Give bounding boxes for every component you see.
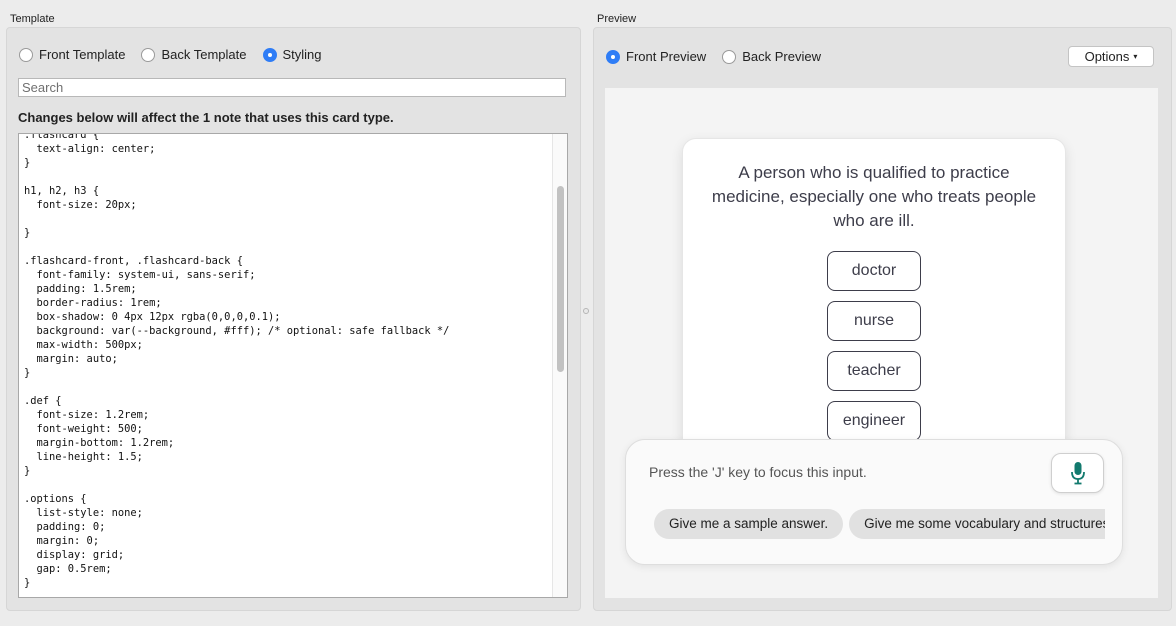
radio-indicator-selected — [262, 47, 277, 62]
caret-down-icon: ▾ — [1133, 52, 1138, 61]
splitter-handle[interactable] — [583, 308, 589, 314]
radio-indicator — [722, 49, 737, 64]
options-button[interactable]: Options ▾ — [1068, 46, 1154, 67]
answer-option-teacher[interactable]: teacher — [827, 351, 921, 391]
affected-notes-notice: Changes below will affect the 1 note tha… — [18, 110, 394, 125]
card-preview-area: A person who is qualified to practice me… — [605, 88, 1158, 598]
radio-indicator — [19, 47, 33, 62]
radio-front-preview[interactable]: Front Preview — [606, 49, 706, 64]
radio-styling[interactable]: Styling — [262, 47, 322, 62]
suggestion-chips: Give me a sample answer. Give me some voc… — [654, 509, 1105, 539]
css-code-editor[interactable]: .flashcard { text-align: center; } h1, h… — [18, 133, 568, 598]
editor-scrollbar-thumb[interactable] — [557, 186, 564, 372]
flashcard: A person who is qualified to practice me… — [682, 138, 1066, 458]
radio-label: Front Template — [39, 47, 126, 62]
answer-option-nurse[interactable]: nurse — [827, 301, 921, 341]
radio-front-template[interactable]: Front Template — [19, 47, 125, 62]
radio-label: Styling — [282, 47, 322, 62]
options-label: Options — [1084, 49, 1130, 64]
microphone-icon — [1070, 462, 1085, 485]
card-definition: A person who is qualified to practice me… — [711, 163, 1037, 230]
preview-radio-group: Front Preview Back Preview — [606, 49, 837, 64]
editor-scrollbar[interactable] — [552, 134, 567, 597]
chat-assistant-box: Press the 'J' key to focus this input. G… — [625, 439, 1123, 565]
preview-group-label: Preview — [597, 13, 637, 25]
suggestion-chip-sample-answer[interactable]: Give me a sample answer. — [654, 509, 844, 539]
chat-input[interactable]: Press the 'J' key to focus this input. — [649, 464, 867, 480]
suggestion-chip-vocabulary[interactable]: Give me some vocabulary and structures — [849, 509, 1105, 539]
radio-label: Back Template — [161, 47, 247, 62]
answer-option-engineer[interactable]: engineer — [827, 401, 921, 441]
template-group-label: Template — [10, 13, 55, 25]
radio-indicator-selected — [606, 49, 620, 64]
radio-label: Back Preview — [742, 49, 821, 64]
radio-indicator — [141, 47, 156, 62]
microphone-button[interactable] — [1051, 453, 1104, 493]
answer-option-doctor[interactable]: doctor — [827, 251, 921, 291]
radio-back-template[interactable]: Back Template — [141, 47, 247, 62]
radio-label: Front Preview — [626, 49, 707, 64]
template-radio-group: Front Template Back Template Styling — [19, 47, 338, 62]
search-input[interactable] — [18, 78, 566, 97]
radio-back-preview[interactable]: Back Preview — [722, 49, 821, 64]
css-code-text[interactable]: .flashcard { text-align: center; } h1, h… — [24, 134, 449, 590]
